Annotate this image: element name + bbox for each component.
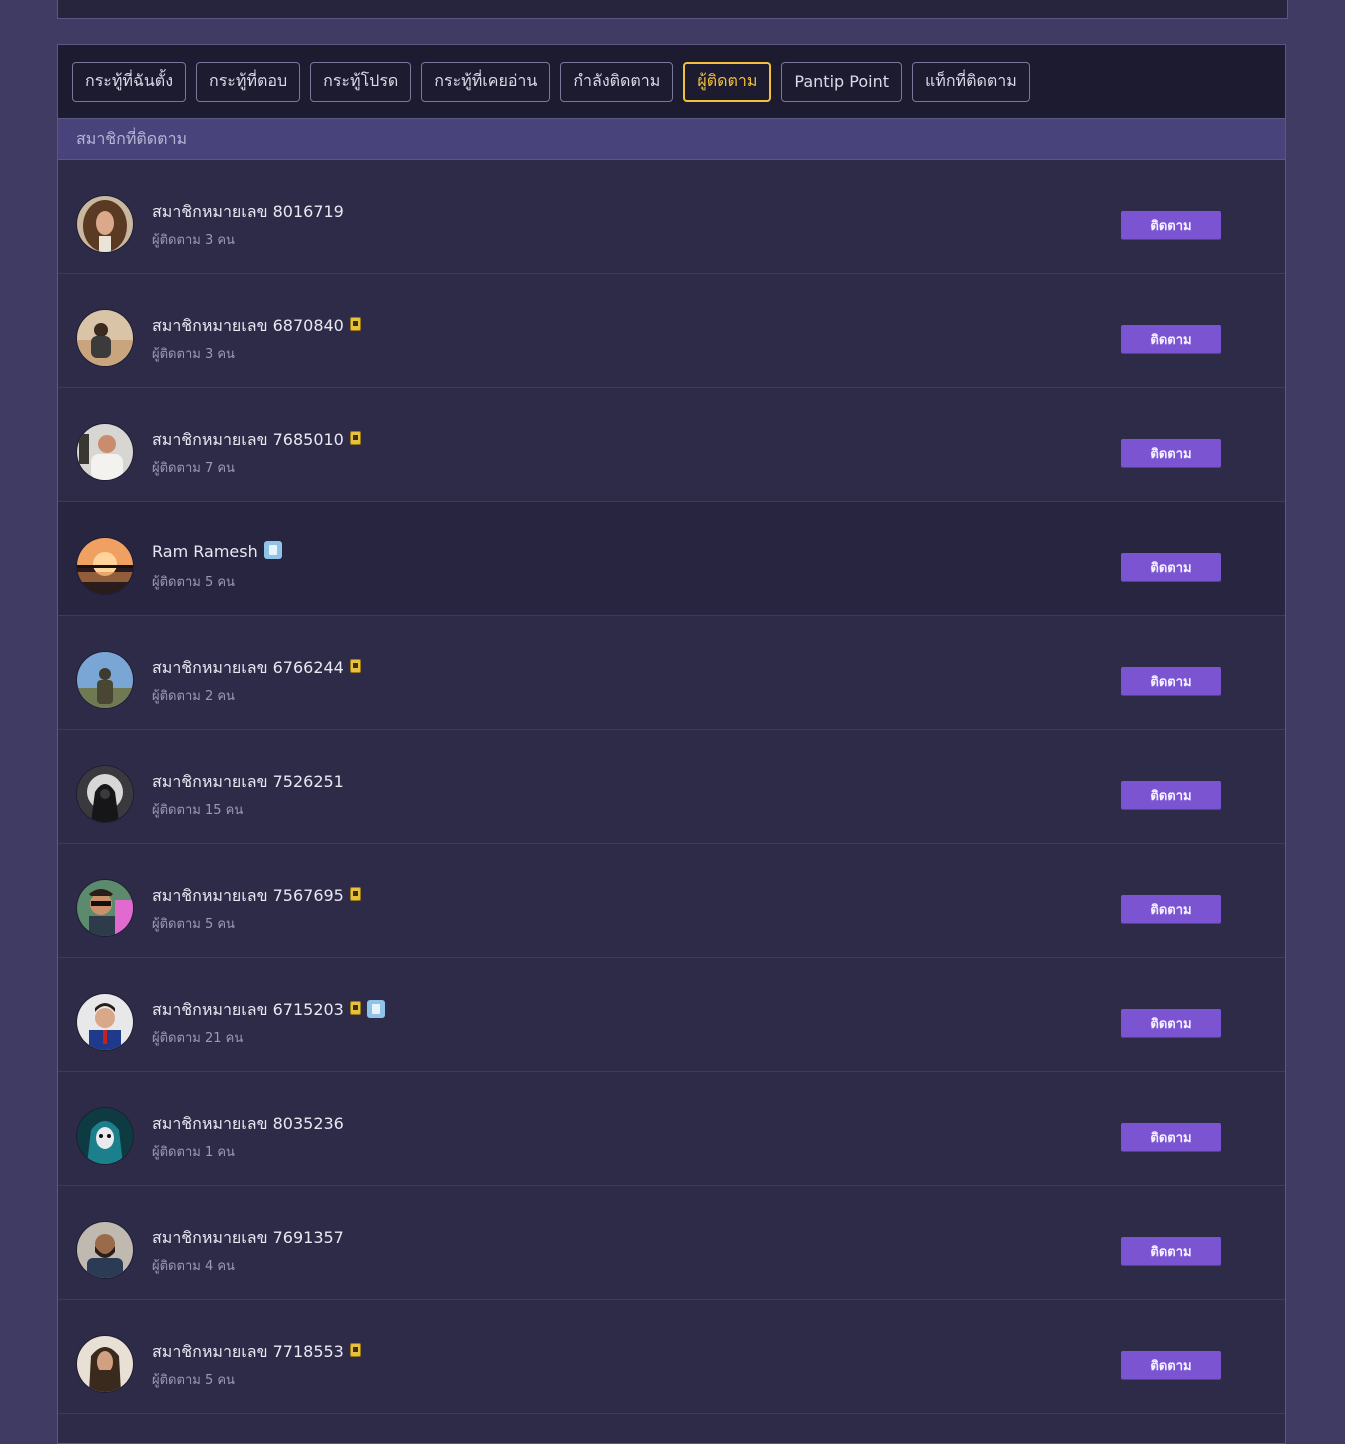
member-name[interactable]: สมาชิกหมายเลข 8035236: [152, 1112, 344, 1137]
member-follower-count: ผู้ติดตาม 3 คน: [152, 347, 235, 362]
member-row: สมาชิกหมายเลข 6715203 ผู้ติดตาม 21 คน ติดต…: [58, 958, 1285, 1072]
avatar-soldier-sky[interactable]: [77, 652, 133, 708]
tab-followed-tags[interactable]: แท็กที่ติดตาม: [911, 61, 1030, 102]
avatar-sunglasses-man[interactable]: [77, 880, 133, 936]
member-row: สมาชิกหมายเลข 7567695 ผู้ติดตาม 5 คน ติดตา…: [58, 844, 1285, 958]
member-follower-count: ผู้ติดตาม 3 คน: [152, 233, 235, 248]
member-row: สมาชิกหมายเลข 7526251 ผู้ติดตาม 15 คน ติดต…: [58, 730, 1285, 844]
member-name-line: สมาชิกหมายเลข 7685010: [152, 428, 361, 453]
member-list: สมาชิกหมายเลข 8016719 ผู้ติดตาม 3 คน ติดตา…: [58, 160, 1285, 1414]
member-row: สมาชิกหมายเลข 8035236 ผู้ติดตาม 1 คน ติดตา…: [58, 1072, 1285, 1186]
member-name-line: สมาชิกหมายเลข 7691357: [152, 1226, 344, 1251]
followers-panel: กระทู้ที่ฉันตั้ง กระทู้ที่ตอบ กระทู้โปรด…: [57, 44, 1286, 1444]
avatar-man-white-shirt[interactable]: [77, 424, 133, 480]
profile-tabs: กระทู้ที่ฉันตั้ง กระทู้ที่ตอบ กระทู้โปรด…: [58, 45, 1285, 118]
tab-favorite-topics[interactable]: กระทู้โปรด: [310, 61, 412, 102]
member-name-line: สมาชิกหมายเลข 6870840: [152, 314, 361, 339]
follow-button[interactable]: ติดตาม: [1121, 1123, 1221, 1151]
member-name[interactable]: Ram Ramesh: [152, 542, 258, 561]
member-row: สมาชิกหมายเลข 6766244 ผู้ติดตาม 2 คน ติดตา…: [58, 616, 1285, 730]
member-follower-count: ผู้ติดตาม 21 คน: [152, 1031, 244, 1046]
tab-pantip-point[interactable]: Pantip Point: [781, 61, 902, 102]
tab-replied-topics[interactable]: กระทู้ที่ตอบ: [196, 61, 301, 102]
follow-button[interactable]: ติดตาม: [1121, 667, 1221, 695]
member-follower-count: ผู้ติดตาม 5 คน: [152, 917, 235, 932]
follow-button[interactable]: ติดตาม: [1121, 1351, 1221, 1379]
blue-id-badge-icon: [263, 540, 282, 559]
avatar-hooded-figure[interactable]: [77, 766, 133, 822]
tab-following[interactable]: กำลังติดตาม: [560, 61, 674, 102]
member-name-line: สมาชิกหมายเลข 6715203: [152, 998, 385, 1023]
follow-button[interactable]: ติดตาม: [1121, 781, 1221, 809]
member-name[interactable]: สมาชิกหมายเลข 8016719: [152, 200, 344, 225]
tab-read-topics[interactable]: กระทู้ที่เคยอ่าน: [421, 61, 551, 102]
top-panel: [57, 0, 1288, 19]
yellow-id-badge-icon: [349, 316, 361, 331]
member-follower-count: ผู้ติดตาม 15 คน: [152, 803, 244, 818]
yellow-id-badge-icon: [349, 1342, 361, 1357]
member-name[interactable]: สมาชิกหมายเลข 7567695: [152, 884, 344, 909]
member-follower-count: ผู้ติดตาม 5 คน: [152, 575, 235, 590]
member-name-line: Ram Ramesh: [152, 540, 282, 561]
member-row: สมาชิกหมายเลข 8016719 ผู้ติดตาม 3 คน ติดตา…: [58, 160, 1285, 274]
blue-id-badge-icon: [366, 999, 385, 1018]
member-name[interactable]: สมาชิกหมายเลข 7718553: [152, 1340, 344, 1365]
member-name[interactable]: สมาชิกหมายเลข 6715203: [152, 998, 344, 1023]
member-row: สมาชิกหมายเลข 7718553 ผู้ติดตาม 5 คน ติดตา…: [58, 1300, 1285, 1414]
follow-button[interactable]: ติดตาม: [1121, 1237, 1221, 1265]
follow-button[interactable]: ติดตาม: [1121, 1009, 1221, 1037]
member-name-line: สมาชิกหมายเลข 8035236: [152, 1112, 344, 1137]
member-follower-count: ผู้ติดตาม 1 คน: [152, 1145, 235, 1160]
member-name[interactable]: สมาชิกหมายเลข 7685010: [152, 428, 344, 453]
follow-button[interactable]: ติดตาม: [1121, 553, 1221, 581]
follow-button[interactable]: ติดตาม: [1121, 439, 1221, 467]
member-follower-count: ผู้ติดตาม 4 คน: [152, 1259, 235, 1274]
yellow-id-badge-icon: [349, 658, 361, 673]
member-row: สมาชิกหมายเลข 6870840 ผู้ติดตาม 3 คน ติดตา…: [58, 274, 1285, 388]
member-name-line: สมาชิกหมายเลข 6766244: [152, 656, 361, 681]
member-name[interactable]: สมาชิกหมายเลข 6766244: [152, 656, 344, 681]
avatar-long-hair-man[interactable]: [77, 1336, 133, 1392]
member-name-line: สมาชิกหมายเลข 8016719: [152, 200, 344, 225]
member-follower-count: ผู้ติดตาม 5 คน: [152, 1373, 235, 1388]
member-follower-count: ผู้ติดตาม 2 คน: [152, 689, 235, 704]
member-follower-count: ผู้ติดตาม 7 คน: [152, 461, 235, 476]
follow-button[interactable]: ติดตาม: [1121, 325, 1221, 353]
yellow-id-badge-icon: [349, 430, 361, 445]
avatar-person-beach[interactable]: [77, 310, 133, 366]
avatar-curly-hair[interactable]: [77, 196, 133, 252]
avatar-man-suit[interactable]: [77, 994, 133, 1050]
member-name-line: สมาชิกหมายเลข 7718553: [152, 1340, 361, 1365]
member-row: สมาชิกหมายเลข 7685010 ผู้ติดตาม 7 คน ติดตา…: [58, 388, 1285, 502]
member-name[interactable]: สมาชิกหมายเลข 7526251: [152, 770, 344, 795]
tab-followers[interactable]: ผู้ติดตาม: [683, 61, 772, 102]
tab-my-topics[interactable]: กระทู้ที่ฉันตั้ง: [72, 61, 187, 102]
member-row: Ram Ramesh ผู้ติดตาม 5 คน ติดตาม: [58, 502, 1285, 616]
member-name[interactable]: สมาชิกหมายเลข 7691357: [152, 1226, 344, 1251]
member-name-line: สมาชิกหมายเลข 7526251: [152, 770, 344, 795]
member-row: สมาชิกหมายเลข 7691357 ผู้ติดตาม 4 คน ติดตา…: [58, 1186, 1285, 1300]
section-title: สมาชิกที่ติดตาม: [58, 118, 1285, 160]
avatar-sunset[interactable]: [77, 538, 133, 594]
yellow-id-badge-icon: [349, 886, 361, 901]
member-name-line: สมาชิกหมายเลข 7567695: [152, 884, 361, 909]
yellow-id-badge-icon: [349, 1000, 361, 1015]
member-name[interactable]: สมาชิกหมายเลข 6870840: [152, 314, 344, 339]
follow-button[interactable]: ติดตาม: [1121, 211, 1221, 239]
avatar-bearded-man[interactable]: [77, 1222, 133, 1278]
avatar-mask-teal[interactable]: [77, 1108, 133, 1164]
follow-button[interactable]: ติดตาม: [1121, 895, 1221, 923]
